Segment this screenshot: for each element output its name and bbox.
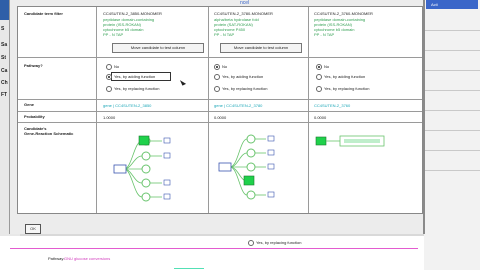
sidebar-text-6: FT	[1, 92, 8, 98]
row-divider	[18, 122, 422, 123]
row-header-schematic-2: Gene-Reaction Schematic	[24, 131, 74, 136]
sidebar-text-4: Ca	[1, 68, 8, 74]
right-pane-header: Acti	[426, 0, 478, 9]
background-page: Yes, by replacing function Pathway: GNU …	[0, 236, 424, 270]
gene-link[interactable]: gene | CC4SUTEN-2_3850	[103, 103, 151, 108]
radio-no[interactable]	[214, 64, 220, 70]
probability-value: 0.0000	[214, 115, 227, 120]
background-radio-label: Yes, by replacing function	[256, 240, 302, 245]
row-header-filter: Candidate term filter	[24, 11, 63, 16]
radio-label: Yes, by replacing function	[222, 86, 268, 91]
right-pane-title: Acti	[431, 2, 438, 7]
candidate-desc: PP - N TAP	[314, 32, 335, 37]
divider	[424, 70, 480, 71]
divider	[424, 90, 480, 91]
col-divider	[308, 7, 309, 213]
radio-yes-adding[interactable]	[214, 74, 220, 80]
radio-yes-replacing[interactable]	[214, 86, 220, 92]
radio-yes-adding[interactable]	[316, 74, 322, 80]
candidate-monomer: CC4SUTEN-2_3850-MONOMER	[103, 11, 162, 16]
row-divider	[18, 99, 422, 100]
ok-button[interactable]: OK	[25, 224, 41, 234]
divider	[424, 150, 480, 151]
sidebar-text-1: S	[1, 26, 5, 32]
radio-label: No	[324, 64, 330, 69]
radio-no[interactable]	[316, 64, 322, 70]
pathway-link[interactable]: GNU glucose conversions	[64, 256, 110, 261]
move-candidate-button[interactable]: Move candidate to test column	[220, 43, 302, 53]
gene-reaction-schematic	[218, 134, 275, 200]
radio-label: Yes, by adding function	[324, 74, 366, 79]
sidebar-text-2: Sa	[1, 42, 8, 48]
row-header-probability: Probability	[24, 114, 45, 119]
radio-yes-replacing[interactable]	[316, 86, 322, 92]
radio-label: Yes, by adding function	[222, 74, 264, 79]
row-divider	[18, 57, 422, 58]
link-fragment	[174, 268, 204, 269]
probability-value: 0.0000	[314, 115, 327, 120]
sidebar-text-3: St	[1, 55, 6, 61]
gene-link[interactable]: CC4SUTEN-2_3760	[314, 103, 350, 108]
probability-value: 1.0000	[103, 115, 116, 120]
divider	[424, 170, 480, 171]
row-header-pathway: Pathway?	[24, 63, 43, 68]
gene-link[interactable]: gene | CC4SUTEN-2_3780	[214, 103, 262, 108]
divider	[424, 30, 480, 31]
col-divider	[208, 7, 209, 213]
divider	[424, 130, 480, 131]
candidate-grid: Candidate term filter Pathway? Gene Prob…	[17, 6, 423, 214]
sidebar-accent	[0, 0, 9, 20]
pathway-label: Pathway:	[48, 256, 65, 261]
magenta-divider	[10, 248, 418, 249]
radio-label: No	[222, 64, 228, 69]
row-header-gene: Gene	[24, 102, 35, 107]
candidate-desc: PP - N TAP	[103, 32, 124, 37]
radio-label: Yes, by adding function	[114, 74, 156, 79]
background-radio[interactable]	[248, 240, 254, 246]
radio-label: Yes, by replacing function	[324, 86, 370, 91]
radio-label: Yes, by replacing function	[114, 86, 160, 91]
radio-yes-adding[interactable]	[106, 74, 112, 80]
move-candidate-button[interactable]: Move candidate to test column	[112, 43, 204, 53]
right-pane: Acti	[424, 0, 480, 270]
candidate-monomer: CC4SUTEN-2_3760-MONOMER	[314, 11, 373, 16]
gene-reaction-schematic	[113, 135, 171, 202]
candidate-dialog: ncel Candidate term filter Pathway? Gene…	[9, 0, 425, 234]
radio-label: No	[114, 64, 120, 69]
row-divider	[18, 111, 422, 112]
divider	[424, 50, 480, 51]
divider	[424, 110, 480, 111]
radio-no[interactable]	[106, 64, 112, 70]
candidate-monomer: CC4SUTEN-2_3780-MONOMER	[214, 11, 273, 16]
col-divider	[96, 7, 97, 213]
sidebar-text-5: Ch	[1, 80, 8, 86]
radio-yes-replacing[interactable]	[106, 86, 112, 92]
gene-reaction-schematic	[315, 135, 385, 147]
candidate-desc: PP - N TAP	[214, 32, 235, 37]
